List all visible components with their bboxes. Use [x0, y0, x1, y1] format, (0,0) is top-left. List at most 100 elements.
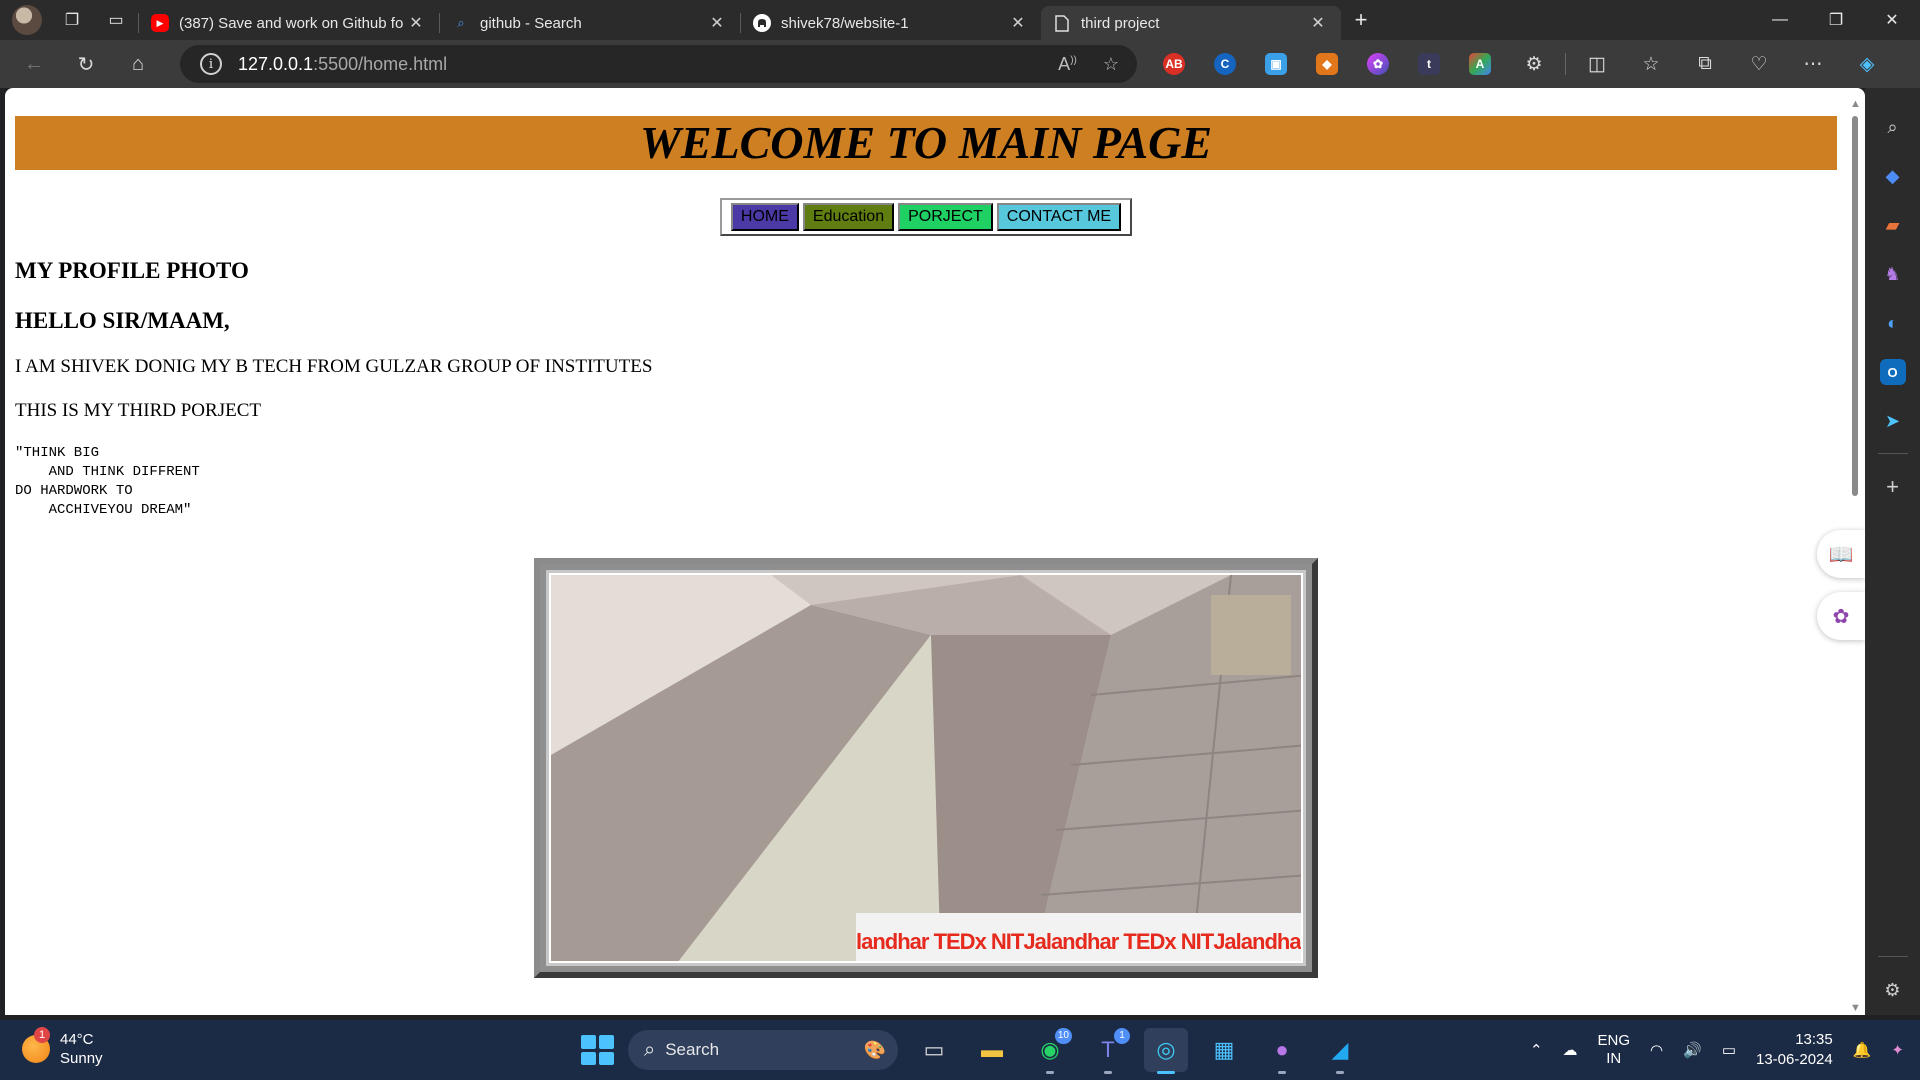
- outlook-icon[interactable]: O: [1879, 359, 1906, 385]
- edge-icon[interactable]: ◎: [1144, 1028, 1188, 1074]
- project-text: THIS IS MY THIRD PORJECT: [15, 400, 261, 421]
- copilot-taskbar-icon[interactable]: ✦: [1891, 1041, 1904, 1059]
- title-bar: ❐ ▭ ▶ (387) Save and work on Github fo ✕…: [0, 0, 1920, 40]
- scroll-up-icon[interactable]: ▲: [1850, 98, 1861, 110]
- settings-icon[interactable]: ⚙: [1880, 977, 1906, 1003]
- window-close-icon[interactable]: ✕: [1864, 0, 1920, 40]
- screenshot-extension-icon[interactable]: ▣: [1265, 53, 1287, 75]
- brain-extension-icon[interactable]: ✿: [1367, 53, 1389, 75]
- browser-essentials-icon[interactable]: ♡: [1744, 53, 1774, 76]
- menu-contact-link[interactable]: CONTACT ME: [996, 203, 1122, 231]
- shopping-icon[interactable]: ◆: [1880, 163, 1906, 189]
- collections-icon[interactable]: ⧉: [1690, 53, 1720, 75]
- taskbar-search[interactable]: ⌕ Search 🎨: [628, 1030, 898, 1070]
- task-view-icon[interactable]: ▭: [912, 1028, 956, 1072]
- profile-avatar[interactable]: [12, 5, 42, 35]
- search-label: Search: [665, 1040, 720, 1059]
- clock-time: 13:35: [1795, 1031, 1833, 1048]
- volume-icon[interactable]: 🔊: [1683, 1041, 1702, 1059]
- page-content: WELCOME TO MAIN PAGE HOME Education PORJ…: [15, 116, 1837, 978]
- site-info-icon[interactable]: i: [200, 53, 222, 75]
- wifi-icon[interactable]: ◠: [1650, 1041, 1663, 1059]
- photo-banner-text: landhar TEDx NITJalandhar TEDx NITJaland…: [856, 929, 1301, 954]
- page-icon: [1053, 14, 1071, 32]
- profile-photo-frame: landhar TEDx NITJalandhar TEDx NITJaland…: [534, 558, 1318, 978]
- github-desktop-icon[interactable]: ●: [1260, 1028, 1304, 1074]
- tab-youtube[interactable]: ▶ (387) Save and work on Github fo ✕: [139, 7, 439, 39]
- clock-date: 13-06-2024: [1756, 1051, 1833, 1068]
- refresh-icon[interactable]: ↻: [60, 44, 112, 84]
- youtube-icon: ▶: [151, 14, 169, 32]
- tab-actions-icon[interactable]: ▭: [94, 0, 138, 40]
- tab-title: shivek78/website-1: [781, 14, 909, 32]
- close-icon[interactable]: ✕: [1007, 13, 1029, 33]
- split-screen-icon[interactable]: ◫: [1582, 53, 1612, 76]
- weather-badge: 1: [34, 1027, 50, 1043]
- close-icon[interactable]: ✕: [405, 13, 427, 33]
- edge-sidebar: ⌕ ◆ ▰ ♞ ◐ O ➤ + ⚙: [1865, 88, 1920, 1015]
- onedrive-icon[interactable]: ☁: [1563, 1041, 1578, 1059]
- menu-home-link[interactable]: HOME: [730, 203, 799, 231]
- favorite-star-icon[interactable]: ☆: [1103, 54, 1119, 75]
- page-banner: WELCOME TO MAIN PAGE: [15, 116, 1837, 170]
- new-tab-icon[interactable]: +: [1341, 0, 1381, 40]
- send-icon[interactable]: ➤: [1880, 408, 1906, 434]
- tab-third-project[interactable]: third project ✕: [1041, 6, 1341, 40]
- menu-project-link[interactable]: PORJECT: [898, 203, 993, 231]
- tab-title: third project: [1081, 14, 1160, 32]
- github-icon: [753, 14, 771, 32]
- search-icon[interactable]: ⌕: [1880, 114, 1906, 140]
- favorites-icon[interactable]: ☆: [1636, 53, 1666, 76]
- quote-preformatted: "THINK BIG AND THINK DIFFRENT DO HARDWOR…: [15, 445, 200, 518]
- minimize-icon[interactable]: —: [1752, 0, 1808, 40]
- translate-extension-icon[interactable]: A: [1469, 53, 1491, 75]
- workspaces-icon[interactable]: ❐: [50, 0, 94, 40]
- language-indicator[interactable]: ENG IN: [1598, 1032, 1631, 1068]
- adblock-icon[interactable]: AB: [1163, 53, 1185, 75]
- clock[interactable]: 13:35 13-06-2024: [1756, 1030, 1833, 1070]
- close-icon[interactable]: ✕: [706, 13, 728, 33]
- show-hidden-icons[interactable]: ⌃: [1530, 1041, 1543, 1059]
- teams-icon[interactable]: T1: [1086, 1028, 1130, 1074]
- back-icon[interactable]: ←: [8, 44, 60, 84]
- intro-text: I AM SHIVEK DONIG MY B TECH FROM GULZAR …: [15, 356, 653, 377]
- sun-icon: 1: [22, 1027, 50, 1063]
- t-extension-icon[interactable]: t: [1418, 53, 1440, 75]
- taskbar: 1 44°C Sunny ⌕ Search 🎨 ▭ ▬ ◉ 10 T1 ◎ ▦ ●…: [0, 1020, 1920, 1080]
- search-highlight-icon: 🎨: [863, 1039, 886, 1060]
- c-extension-icon[interactable]: C: [1214, 53, 1236, 75]
- weather-widget[interactable]: 1 44°C Sunny: [22, 1027, 103, 1068]
- scroll-down-icon[interactable]: ▼: [1850, 1002, 1861, 1014]
- close-icon[interactable]: ✕: [1307, 13, 1329, 33]
- file-explorer-icon[interactable]: ▬: [970, 1028, 1014, 1072]
- more-icon[interactable]: ⋯: [1798, 53, 1828, 76]
- search-icon: ⌕: [644, 1038, 656, 1061]
- url-path: :5500/home.html: [313, 53, 448, 74]
- tab-github-repo[interactable]: shivek78/website-1 ✕: [741, 7, 1041, 39]
- extensions-icon[interactable]: ⚙: [1519, 53, 1549, 76]
- copilot-sidebar-icon[interactable]: ◐: [1880, 310, 1906, 336]
- store-icon[interactable]: ▦: [1202, 1028, 1246, 1072]
- home-icon[interactable]: ⌂: [112, 44, 164, 84]
- profile-photo-heading: MY PROFILE PHOTO: [15, 258, 249, 283]
- read-aloud-icon[interactable]: A)): [1058, 54, 1077, 75]
- weather-temp: 44°C: [60, 1031, 94, 1048]
- metamask-icon[interactable]: ◆: [1316, 53, 1338, 75]
- hello-heading: HELLO SIR/MAAM,: [15, 308, 230, 333]
- games-icon[interactable]: ♞: [1880, 261, 1906, 287]
- notification-bell-icon[interactable]: 🔔: [1853, 1041, 1872, 1059]
- start-button[interactable]: [578, 1032, 614, 1068]
- restore-icon[interactable]: ❐: [1808, 0, 1864, 40]
- menu-education-link[interactable]: Education: [802, 203, 895, 231]
- address-bar[interactable]: i 127.0.0.1:5500/home.html A)) ☆: [180, 45, 1137, 83]
- copilot-icon[interactable]: ◈: [1852, 53, 1882, 76]
- whatsapp-icon[interactable]: ◉ 10: [1028, 1028, 1072, 1074]
- tools-icon[interactable]: ▰: [1880, 212, 1906, 238]
- battery-icon[interactable]: ▭: [1722, 1041, 1736, 1059]
- scrollbar-thumb[interactable]: [1852, 116, 1858, 496]
- tab-github-search[interactable]: ⌕ github - Search ✕: [440, 7, 740, 39]
- add-icon[interactable]: +: [1880, 474, 1906, 500]
- system-tray: ⌃ ☁ ENG IN ◠ 🔊 ▭ 13:35 13-06-2024 🔔 ✦: [1520, 1020, 1920, 1080]
- vscode-icon[interactable]: ◢: [1318, 1028, 1362, 1074]
- page-scrollbar[interactable]: ▲ ▼: [1847, 94, 1863, 1014]
